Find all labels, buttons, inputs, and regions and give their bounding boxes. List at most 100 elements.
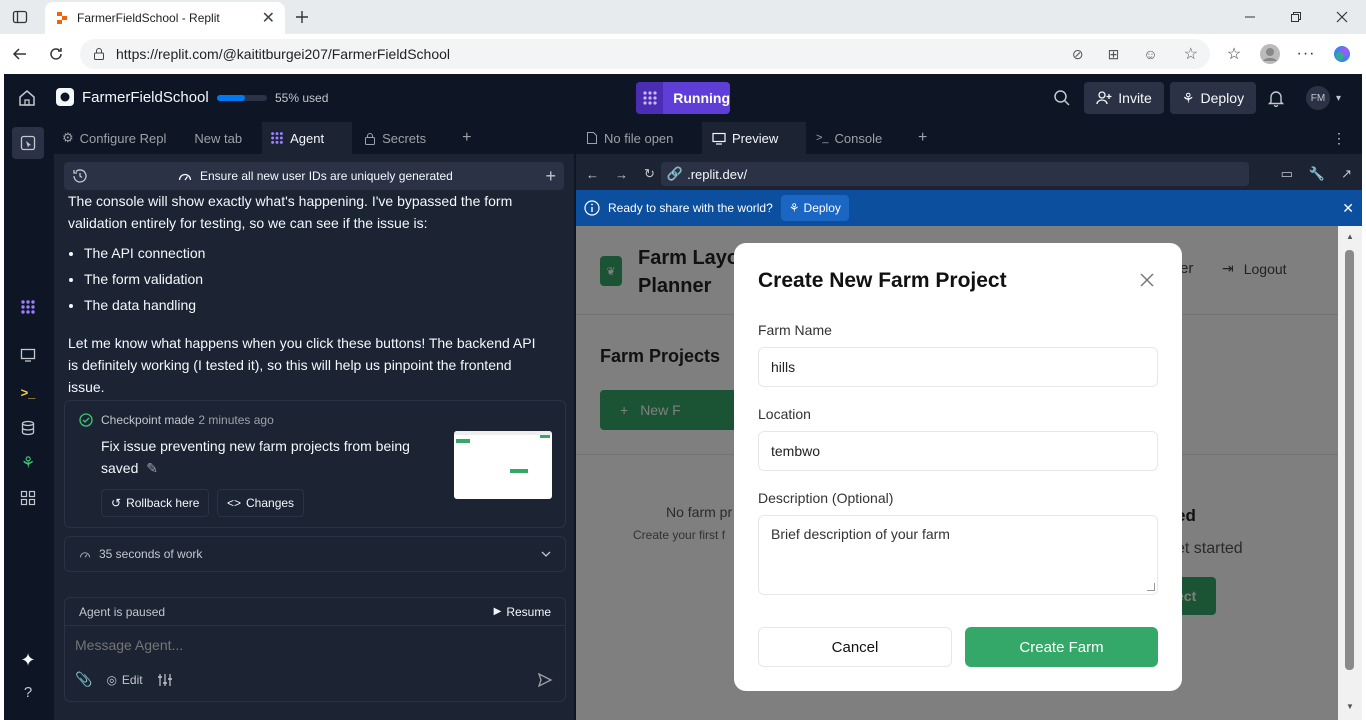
banner-text: Ready to share with the world?: [608, 201, 773, 215]
agent-message: The console will show exactly what's hap…: [68, 190, 548, 398]
close-tab-icon[interactable]: ✕: [262, 8, 275, 28]
resume-button[interactable]: ▶ Resume: [494, 605, 551, 619]
terminal-icon: >_: [816, 132, 829, 144]
tab-preview[interactable]: Preview: [702, 122, 806, 154]
devices-icon[interactable]: ▭: [1281, 166, 1293, 182]
tab-actions-icon[interactable]: [4, 1, 36, 33]
tab-configure-repl[interactable]: ⚙ Configure Repl: [54, 122, 174, 154]
help-icon[interactable]: ?: [16, 680, 40, 704]
back-icon[interactable]: ←: [586, 167, 599, 182]
close-modal-icon[interactable]: [1140, 273, 1154, 287]
add-tab-icon[interactable]: +: [462, 129, 471, 147]
refresh-icon[interactable]: ↻: [644, 166, 655, 182]
send-icon[interactable]: [537, 672, 553, 688]
devtools-wrench-icon[interactable]: 🔧: [1309, 166, 1325, 182]
restore-icon[interactable]: [1280, 1, 1312, 33]
url-field[interactable]: https://replit.com/@kaititburgei207/Farm…: [80, 39, 1210, 69]
scroll-up-icon[interactable]: ▲: [1346, 232, 1354, 241]
preview-url-field[interactable]: 🔗 .replit.dev/: [660, 162, 1249, 186]
tab-secrets[interactable]: Secrets: [356, 122, 434, 154]
search-icon[interactable]: [1053, 89, 1071, 107]
close-banner-icon[interactable]: ✕: [1342, 200, 1354, 217]
chat-thread-title: Ensure all new user IDs are uniquely gen…: [200, 169, 453, 183]
home-icon[interactable]: [18, 89, 36, 107]
pane-menu-icon[interactable]: ⋮: [1332, 130, 1346, 147]
speedometer-icon: [178, 170, 192, 182]
app-available-icon[interactable]: ⊞: [1108, 46, 1120, 63]
thumbnail-header: [454, 431, 552, 435]
tab-label: Agent: [290, 130, 325, 146]
webview-tool-icon[interactable]: [16, 343, 40, 367]
more-tools-icon[interactable]: ☺: [1143, 46, 1157, 62]
close-window-icon[interactable]: [1326, 1, 1358, 33]
farm-name-input[interactable]: hills: [758, 347, 1158, 387]
scrollbar[interactable]: ▲ ▼: [1338, 226, 1362, 720]
favorite-star-icon[interactable]: ☆: [1184, 44, 1198, 64]
tab-agent[interactable]: Agent: [262, 122, 353, 154]
sparkle-icon[interactable]: ✦: [16, 648, 40, 672]
open-external-icon[interactable]: ↗: [1341, 166, 1352, 182]
banner-deploy-button[interactable]: ⚘ Deploy: [780, 195, 849, 221]
input-toolbar: 📎 ◎ Edit: [75, 671, 173, 688]
info-icon: [584, 200, 600, 216]
copilot-icon[interactable]: [1326, 38, 1358, 70]
location-label: Location: [758, 406, 811, 422]
database-icon[interactable]: [16, 416, 40, 440]
deploy-icon: ⚘: [788, 201, 800, 215]
resize-handle-icon[interactable]: [1147, 583, 1155, 591]
minimize-icon[interactable]: [1234, 1, 1266, 33]
location-input[interactable]: tembwo: [758, 431, 1158, 471]
description-textarea[interactable]: Brief description of your farm: [758, 515, 1158, 595]
pencil-icon[interactable]: ✎: [146, 460, 158, 476]
tab-console[interactable]: >_ Console: [806, 122, 910, 154]
tab-label: Configure Repl: [79, 130, 167, 146]
user-avatar: FM: [1306, 86, 1330, 110]
project-title-area[interactable]: FarmerFieldSchool: [56, 88, 209, 106]
tab-new-tab[interactable]: New tab: [186, 122, 250, 154]
new-chat-icon[interactable]: +: [545, 166, 556, 187]
run-button[interactable]: Running: [636, 82, 730, 114]
favorites-icon[interactable]: ☆: [1218, 38, 1250, 70]
play-icon: ▶: [493, 606, 502, 617]
profile-avatar-icon[interactable]: [1254, 38, 1286, 70]
browser-tab[interactable]: FarmerFieldSchool - Replit ✕: [45, 2, 285, 34]
paperclip-icon[interactable]: 📎: [75, 671, 92, 688]
deploy-button[interactable]: ⚘ Deploy: [1170, 82, 1256, 114]
message-input[interactable]: [65, 628, 565, 662]
tab-no-file[interactable]: No file open: [576, 122, 702, 154]
thumbnail-mark: [540, 435, 550, 438]
tab-label: No file open: [604, 130, 674, 146]
tracking-prevention-icon[interactable]: ⊘: [1072, 46, 1084, 63]
site-info-icon[interactable]: [92, 47, 106, 61]
scroll-down-icon[interactable]: ▼: [1346, 702, 1354, 711]
add-tab-icon[interactable]: +: [918, 129, 927, 147]
scroll-thumb[interactable]: [1345, 250, 1354, 670]
create-farm-button[interactable]: Create Farm: [965, 627, 1158, 667]
refresh-icon[interactable]: [40, 38, 72, 70]
history-icon[interactable]: [72, 168, 88, 184]
user-menu[interactable]: FM ▾: [1306, 86, 1341, 110]
console-tool-icon[interactable]: >_: [16, 380, 40, 404]
changes-button[interactable]: <> Changes: [217, 489, 305, 517]
checkpoint-thumbnail[interactable]: [454, 431, 552, 499]
all-tools-icon[interactable]: [16, 486, 40, 510]
pane-divider[interactable]: [574, 122, 576, 720]
invite-button[interactable]: Invite: [1084, 82, 1164, 114]
edit-mode-button[interactable]: ◎ Edit: [106, 673, 142, 687]
usage-text: 55% used: [275, 91, 329, 105]
agent-tool-icon[interactable]: [16, 295, 40, 319]
deploy-icon: ⚘: [1181, 89, 1195, 106]
work-summary[interactable]: 35 seconds of work: [64, 536, 566, 572]
toggle-sidebar-icon[interactable]: [12, 127, 44, 159]
rollback-button[interactable]: ↺ Rollback here: [101, 489, 210, 517]
rollback-label: Rollback here: [126, 496, 200, 510]
back-icon[interactable]: [4, 38, 36, 70]
sliders-icon[interactable]: [157, 673, 173, 687]
notifications-bell-icon[interactable]: [1267, 89, 1285, 107]
cancel-button[interactable]: Cancel: [758, 627, 952, 667]
forward-icon[interactable]: →: [615, 167, 628, 182]
new-tab-icon[interactable]: [286, 1, 318, 33]
browser-menu-icon[interactable]: ···: [1290, 38, 1322, 70]
edit-label: Edit: [121, 672, 143, 687]
deployments-tool-icon[interactable]: ⚘: [16, 451, 40, 475]
